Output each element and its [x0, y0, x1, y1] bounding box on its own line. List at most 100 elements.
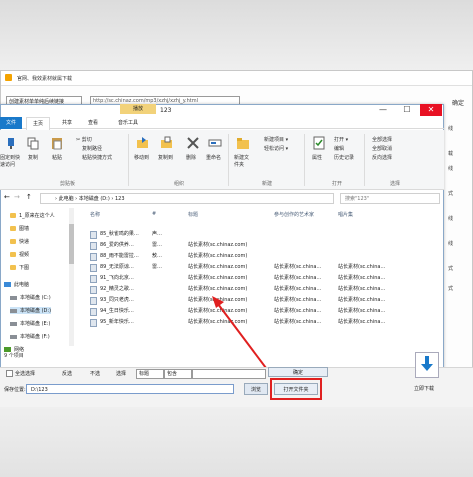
tab-share[interactable]: 共享: [56, 117, 78, 129]
nav-item-drive[interactable]: 本地磁盘 (F:): [10, 333, 50, 340]
rename-button[interactable]: 重命名: [206, 154, 221, 161]
folder-icon: [10, 239, 16, 244]
open-button[interactable]: 打开 ▾: [334, 136, 348, 143]
nav-item[interactable]: 快递: [10, 238, 29, 245]
invert-selection-button[interactable]: 反向选择: [372, 154, 392, 161]
dialog-titlebar: 官网、我效素材就属下载: [1, 71, 472, 86]
cut-button[interactable]: ✂ 剪切: [76, 136, 92, 143]
ribbon-separator: [228, 134, 229, 186]
audio-file-icon: [90, 231, 97, 239]
nav-item-drive[interactable]: 本地磁盘 (E:): [10, 320, 50, 327]
delete-button[interactable]: 删除: [186, 154, 196, 161]
audio-file-icon: [90, 308, 97, 316]
none-link[interactable]: 不选: [90, 370, 100, 377]
select-label: 选择: [116, 371, 127, 377]
checkbox-icon: [6, 370, 13, 377]
save-path-input[interactable]: D:\123: [26, 384, 234, 394]
paste-shortcut-button[interactable]: 粘贴快捷方式: [82, 154, 112, 161]
tab-home[interactable]: 主页: [26, 117, 51, 130]
maximize-button[interactable]: ☐: [396, 104, 418, 116]
nav-label: 快递: [19, 239, 30, 245]
file-album: 站长素材(sc.china…: [338, 319, 386, 325]
tab-music-tools[interactable]: 音乐工具: [112, 117, 144, 129]
ribbon-separator: [304, 134, 305, 186]
file-album: 站长素材(sc.china…: [338, 264, 386, 270]
new-folder-button[interactable]: 新建文件夹: [234, 154, 250, 168]
column-name[interactable]: 名称: [90, 211, 100, 218]
copy-path-button[interactable]: 复制路径: [82, 145, 102, 152]
file-row[interactable]: 85_秋雀鸣的果… 声…: [88, 228, 418, 239]
nav-label: 此电脑: [14, 282, 30, 288]
column-artist[interactable]: 参与创作的艺术家: [274, 211, 314, 218]
easy-access-button[interactable]: 轻松访问 ▾: [264, 145, 288, 152]
nav-label: 本地磁盘 (C:): [20, 295, 51, 301]
file-artist: 站长素材(sc.china…: [274, 308, 322, 314]
history-button[interactable]: 历史记录: [334, 154, 354, 161]
select-all-label: 全选选择: [15, 371, 36, 377]
paste-button[interactable]: 粘贴: [52, 154, 62, 161]
copy-to-button[interactable]: 复制到: [158, 154, 173, 161]
file-name: 88_雨不能雷拉…: [100, 253, 139, 259]
file-artist: 站长素材(sc.china…: [274, 264, 322, 270]
nav-item-this-pc[interactable]: 此电脑: [4, 281, 29, 288]
file-artist: 站长素材(sc.china…: [274, 275, 322, 281]
nav-item[interactable]: 图墙: [10, 225, 29, 232]
edit-button[interactable]: 编辑: [334, 145, 344, 152]
audio-file-icon: [90, 242, 97, 250]
nav-item-drive[interactable]: 本地磁盘 (D:): [10, 307, 52, 314]
browse-button[interactable]: 浏览: [244, 383, 268, 395]
play-context-tab[interactable]: 播放: [120, 104, 156, 114]
nav-label: 图墙: [19, 226, 30, 232]
file-row[interactable]: 88_雨不能雷拉… 敖… 站长素材(sc.chinaz.com): [88, 250, 418, 261]
minimize-button[interactable]: —: [372, 104, 394, 116]
pin-icon: [4, 136, 18, 150]
forward-button[interactable]: →: [14, 193, 20, 201]
filter-input[interactable]: [192, 369, 266, 379]
rename-icon: [208, 136, 222, 150]
select-all-checkbox[interactable]: 全选选择: [6, 370, 35, 377]
column-number[interactable]: #: [152, 211, 156, 217]
pin-button[interactable]: 固定到快速访问: [0, 154, 22, 168]
field-select[interactable]: 标题: [136, 369, 164, 379]
file-row[interactable]: 89_无法原谅… 雷… 站长素材(sc.chinaz.com) 站长素材(sc.chi…: [88, 261, 418, 272]
folder-icon: [10, 252, 16, 257]
nav-label: 本地磁盘 (D:): [20, 308, 52, 314]
audio-file-icon: [90, 319, 97, 327]
nav-scrollbar-thumb[interactable]: [69, 224, 74, 264]
nav-item[interactable]: 下图: [10, 264, 29, 271]
column-album[interactable]: 唱片集: [338, 211, 353, 218]
file-number: 声…: [152, 231, 163, 237]
move-to-button[interactable]: 移动到: [134, 154, 149, 161]
nav-item[interactable]: 1_原来在这个人: [10, 212, 55, 219]
up-button[interactable]: ↑: [26, 193, 32, 201]
address-bar[interactable]: › 此电脑 › 本地磁盘 (D:) › 123: [40, 193, 334, 204]
select-all-button[interactable]: 全部选择: [372, 136, 392, 143]
file-row[interactable]: 86_爱的供养… 雷… 站长素材(sc.chinaz.com): [88, 239, 418, 250]
inverse-link[interactable]: 反选: [62, 370, 72, 377]
confirm-button[interactable]: 确定: [268, 367, 328, 377]
new-item-button[interactable]: 新建项目 ▾: [264, 136, 288, 143]
column-title[interactable]: 标题: [188, 211, 198, 218]
nav-item[interactable]: 视频: [10, 251, 29, 258]
nav-label: 本地磁盘 (E:): [20, 321, 51, 327]
tab-file[interactable]: 文件: [0, 117, 23, 129]
nav-item-drive[interactable]: 本地磁盘 (C:): [10, 294, 51, 301]
file-title: 站长素材(sc.chinaz.com): [188, 264, 248, 270]
tab-view[interactable]: 查看: [82, 117, 104, 129]
copy-icon: [26, 136, 40, 150]
back-button[interactable]: ←: [4, 193, 10, 201]
dialog-title: 官网、我效素材就属下载: [17, 76, 73, 82]
side-label: 线: [448, 241, 454, 247]
select-none-button[interactable]: 全部取消: [372, 145, 392, 152]
condition-select[interactable]: 包含: [164, 369, 192, 379]
file-name: 95_新年快乐…: [100, 319, 134, 325]
file-title: 站长素材(sc.chinaz.com): [188, 275, 248, 281]
nav-label: 下图: [19, 265, 30, 271]
properties-button[interactable]: 属性: [312, 154, 322, 161]
search-input[interactable]: 搜索"123": [340, 193, 440, 204]
close-button[interactable]: ✕: [420, 104, 442, 116]
download-icon: [421, 356, 433, 371]
copy-button[interactable]: 复制: [28, 154, 38, 161]
side-label: 线: [448, 216, 454, 222]
file-row[interactable]: 91_飞向北京… 站长素材(sc.chinaz.com) 站长素材(sc.china…: [88, 272, 418, 283]
